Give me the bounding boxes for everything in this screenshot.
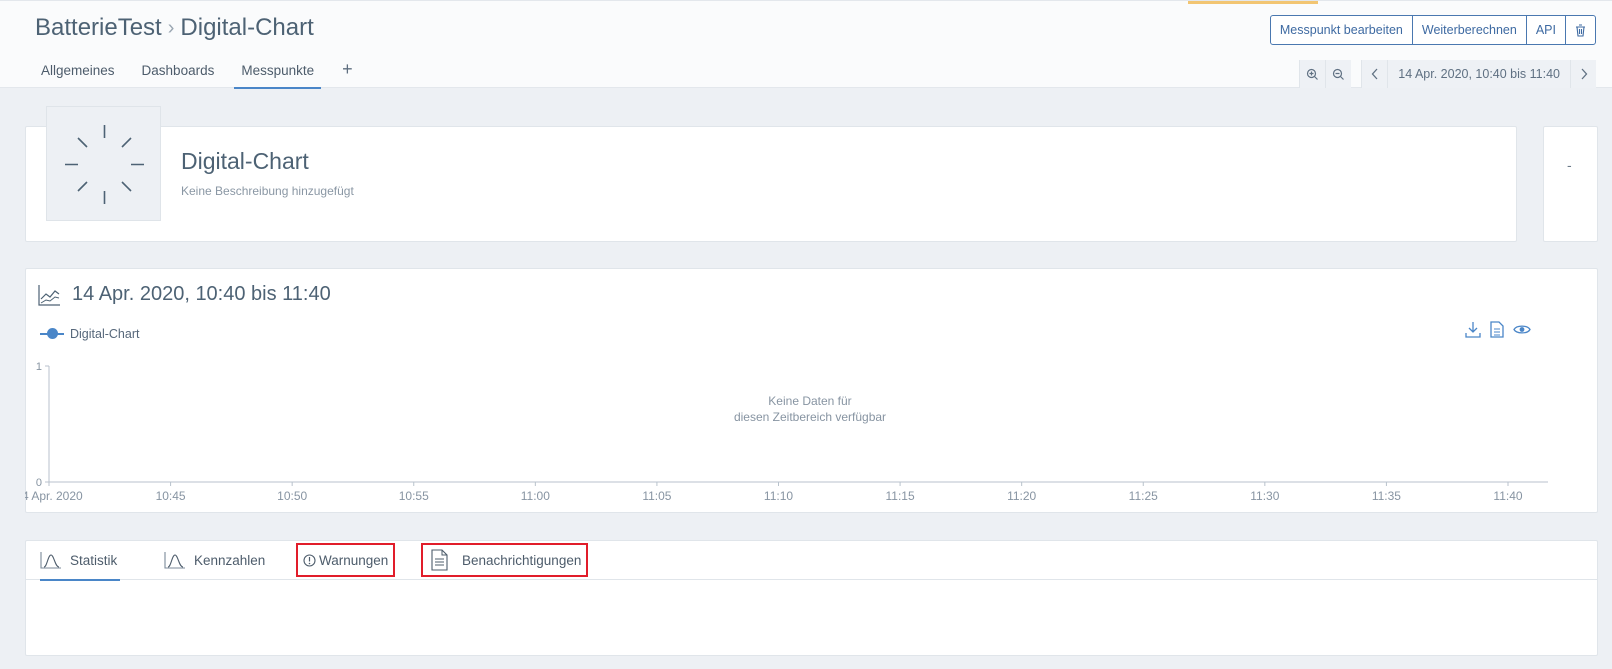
x-tick-label: 10:55 [399, 489, 429, 503]
warning-circle-icon [303, 553, 316, 567]
tab-statistik[interactable]: Statistik [40, 540, 121, 581]
line-chart-icon [38, 284, 61, 311]
decorative-strip [1188, 1, 1318, 4]
y-tick-label: 0 [36, 477, 42, 489]
tab-dashboards[interactable]: Dashboards [135, 53, 222, 89]
chart-tools [1465, 321, 1531, 338]
document-icon [431, 549, 448, 571]
no-data-message-line1: Keine Daten für [768, 394, 851, 408]
zoom-out-button[interactable] [1325, 60, 1352, 88]
x-tick-label: 11:05 [642, 489, 671, 503]
document-icon[interactable] [1490, 321, 1504, 338]
action-button-group: Messpunkt bearbeiten Weiterberechnen API [1269, 15, 1596, 45]
bell-curve-icon [40, 551, 62, 569]
add-tab-icon[interactable]: + [334, 53, 361, 89]
zoom-out-icon [1333, 68, 1345, 80]
x-tick-label: 11:35 [1372, 489, 1401, 503]
chevron-left-icon [1371, 68, 1378, 80]
tab-allgemeines[interactable]: Allgemeines [34, 53, 122, 89]
x-tick-label: 10:45 [156, 489, 186, 503]
recalculate-button[interactable]: Weiterberechnen [1413, 16, 1527, 44]
breadcrumb: BatterieTest › Digital-Chart [35, 14, 314, 42]
chart-title: 14 Apr. 2020, 10:40 bis 11:40 [72, 283, 331, 305]
y-tick-label: 1 [36, 361, 42, 373]
tab-warnungen-label: Warnungen [319, 552, 389, 568]
x-tick-label: 11:40 [1493, 489, 1522, 503]
breadcrumb-project[interactable]: BatterieTest [35, 14, 162, 42]
download-icon[interactable] [1465, 321, 1481, 338]
x-tick-label: 14 Apr. 2020 [25, 489, 83, 503]
delete-button[interactable] [1566, 16, 1595, 44]
bell-curve-icon [164, 551, 186, 569]
side-value: - [1567, 157, 1572, 173]
chart-plot: 0 1 14 Apr. 2020 10:45 10:50 10:55 11:00 11:05… [25, 361, 1548, 503]
x-tick-label: 11:10 [764, 489, 793, 503]
x-tick-label: 11:15 [886, 489, 915, 503]
chart-legend[interactable]: Digital-Chart [40, 327, 139, 341]
trash-icon [1576, 23, 1585, 37]
time-range-display[interactable]: 14 Apr. 2020, 10:40 bis 11:40 [1387, 60, 1570, 88]
tab-kennzahlen-label: Kennzahlen [194, 552, 266, 568]
statistics-tabs: Statistik Kennzahlen Warnungen Benachric… [25, 540, 1598, 581]
zoom-in-icon [1307, 68, 1319, 80]
x-tick-label: 11:20 [1007, 489, 1036, 503]
main-tabs: Allgemeines Dashboards Messpunkte + [34, 53, 361, 89]
x-tick-label: 11:00 [521, 489, 550, 503]
edit-measuring-point-button[interactable]: Messpunkt bearbeiten [1271, 16, 1413, 44]
eye-icon[interactable] [1513, 321, 1531, 338]
tab-messpunkte[interactable]: Messpunkte [234, 53, 322, 89]
legend-label: Digital-Chart [70, 327, 140, 341]
breadcrumb-separator-icon: › [167, 16, 175, 39]
top-bar: BatterieTest › Digital-Chart Allgemeines… [0, 0, 1612, 89]
tab-warnungen[interactable]: Warnungen [296, 543, 396, 577]
chevron-right-icon [1581, 68, 1587, 80]
legend-marker [40, 328, 64, 339]
breadcrumb-current: Digital-Chart [180, 14, 314, 41]
time-control: 14 Apr. 2020, 10:40 bis 11:40 [1299, 60, 1596, 88]
x-tick-label: 11:25 [1129, 489, 1158, 503]
tab-benachrichtigungen[interactable]: Benachrichtigungen [421, 543, 589, 577]
measuring-point-thumbnail [46, 106, 161, 221]
measuring-point-title: Digital-Chart [181, 148, 309, 174]
previous-range-button[interactable] [1361, 60, 1388, 88]
no-data-message-line2: diesen Zeitbereich verfügbar [734, 410, 886, 424]
x-tick-label: 11:30 [1250, 489, 1279, 503]
api-button[interactable]: API [1527, 16, 1566, 44]
tab-kennzahlen[interactable]: Kennzahlen [164, 540, 265, 580]
next-range-button[interactable] [1570, 60, 1596, 88]
tab-benachrichtigungen-label: Benachrichtigungen [462, 552, 582, 568]
measuring-point-description: Keine Beschreibung hinzugefügt [181, 184, 354, 198]
side-value-card: - [1543, 126, 1598, 242]
x-tick-label: 10:50 [277, 489, 307, 503]
tab-statistik-label: Statistik [70, 552, 118, 568]
loading-spinner-icon [65, 125, 144, 204]
zoom-in-button[interactable] [1299, 60, 1326, 88]
